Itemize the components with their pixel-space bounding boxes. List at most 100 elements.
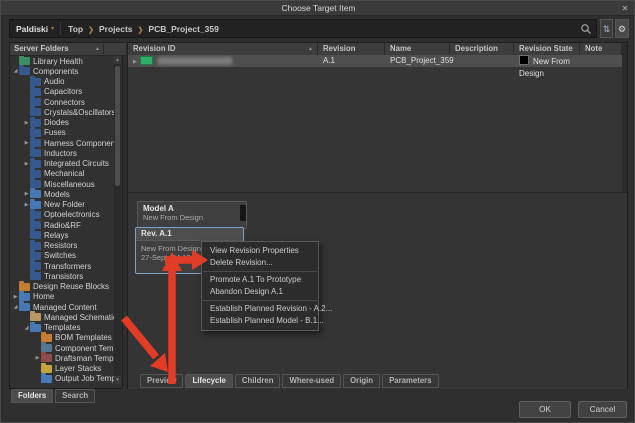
tree-item-label: Fuses — [44, 128, 66, 137]
tab-lifecycle[interactable]: Lifecycle — [185, 374, 232, 388]
divider — [60, 22, 61, 35]
tree-item-audio[interactable]: Audio — [10, 77, 115, 87]
ok-button[interactable]: OK — [519, 401, 571, 418]
tree-item-library-health[interactable]: Library Health — [10, 56, 115, 66]
chevron-right-icon[interactable]: ▶ — [23, 191, 30, 197]
bom-icon — [41, 334, 52, 342]
menu-item-delete-revision[interactable]: Delete Revision... — [202, 257, 318, 269]
folder-blue-icon — [30, 190, 41, 198]
column-header-revision[interactable]: Revision — [318, 43, 385, 55]
tree-item-radio-rf[interactable]: Radio&RF — [10, 220, 115, 230]
expand-row-icon[interactable]: ▶ — [133, 59, 137, 65]
tree-item-new-folder[interactable]: ▶New Folder — [10, 200, 115, 210]
chevron-down-icon[interactable]: ◢ — [23, 325, 30, 331]
chevron-down-icon[interactable]: ◢ — [12, 304, 19, 310]
tree-item-bom-templates[interactable]: BOM Templates — [10, 333, 115, 343]
column-label: Note — [585, 44, 602, 53]
scroll-down-icon[interactable]: ▼ — [114, 376, 121, 384]
tree-item-draftsman-templates[interactable]: ▶Draftsman Templates — [10, 353, 115, 363]
column-header-description[interactable]: Description — [450, 43, 514, 55]
tab-origin[interactable]: Origin — [343, 374, 380, 388]
breadcrumb-item[interactable]: Projects — [99, 24, 133, 34]
close-icon[interactable]: ✕ — [618, 2, 632, 15]
chevron-right-icon[interactable]: ▶ — [34, 355, 41, 361]
tree-item-design-reuse-blocks[interactable]: Design Reuse Blocks — [10, 282, 115, 292]
column-header-note[interactable]: Note — [580, 43, 622, 55]
breadcrumb-item[interactable]: PCB_Project_359 — [148, 24, 218, 34]
breadcrumb-item[interactable]: Top — [68, 24, 83, 34]
tree-item-component-templates[interactable]: Component Templates — [10, 343, 115, 353]
scrollbar-thumb[interactable] — [115, 66, 120, 186]
chevron-right-icon[interactable]: ▶ — [23, 140, 30, 146]
chevron-down-icon: ▾ — [51, 25, 60, 32]
tree-item-label: Harness Components — [44, 139, 115, 148]
tree-item-crystals-oscillators[interactable]: Crystals&Oscillators — [10, 107, 115, 117]
sync-icon[interactable]: ⇅ — [600, 19, 613, 38]
cancel-button[interactable]: Cancel — [578, 401, 627, 418]
tree-item-label: Layer Stacks — [55, 364, 101, 373]
tab-folders[interactable]: Folders — [11, 389, 53, 403]
tree-item-harness-components[interactable]: ▶ Harness Components — [10, 138, 115, 148]
tree-item-transformers[interactable]: Transformers — [10, 261, 115, 271]
tree-item-label: Miscellaneous — [44, 180, 95, 189]
column-header-revision-state[interactable]: Revision State — [514, 43, 580, 55]
tree-item-label: Output Job Templates — [55, 374, 115, 383]
tree-item-label: Managed Content — [33, 303, 97, 312]
tab-where-used[interactable]: Where-used — [282, 374, 341, 388]
tree-item-optoelectronics[interactable]: Optoelectronics — [10, 210, 115, 220]
tree-item-output-job-templates[interactable]: Output Job Templates — [10, 374, 115, 384]
tree-item-diodes[interactable]: ▶Diodes — [10, 118, 115, 128]
tree-item-integrated-circuits[interactable]: ▶Integrated Circuits — [10, 159, 115, 169]
table-row[interactable]: ▶A.1PCB_Project_359New From Design — [128, 55, 622, 67]
chevron-right-icon[interactable]: ▶ — [23, 161, 30, 167]
chevron-right-icon[interactable]: ▶ — [23, 202, 30, 208]
tab-preview[interactable]: Preview — [140, 374, 183, 388]
server-folders-header[interactable]: Server Folders ▲ — [10, 43, 126, 56]
tree-item-managed-schematic-she[interactable]: Managed Schematic She... — [10, 312, 115, 322]
tree-item-templates[interactable]: ◢Templates — [10, 323, 115, 333]
tree-item-managed-content[interactable]: ◢ Managed Content — [10, 302, 115, 312]
tree-item-capacitors[interactable]: Capacitors — [10, 87, 115, 97]
tree-item-miscellaneous[interactable]: Miscellaneous — [10, 179, 115, 189]
folder-blue-icon — [19, 303, 30, 311]
lifecycle-model-box[interactable]: Model A New From Design — [137, 201, 247, 229]
menu-item-view-revision-properties[interactable]: View Revision Properties — [202, 245, 318, 257]
tree-item-components[interactable]: ◢Components — [10, 66, 115, 76]
menu-item-abandon-design-a-1[interactable]: Abandon Design A.1 — [202, 286, 318, 298]
column-label: Revision ID — [133, 44, 175, 53]
column-header-revision-id[interactable]: Revision ID▲ — [128, 43, 318, 55]
tree-item-transistors[interactable]: Transistors — [10, 271, 115, 281]
chevron-right-icon[interactable]: ▶ — [12, 294, 19, 300]
tree-item-label: Component Templates — [55, 344, 115, 353]
search-icon[interactable] — [580, 23, 592, 35]
menu-item-establish-planned-model-b-1[interactable]: Establish Planned Model - B.1... — [202, 315, 318, 327]
scroll-up-icon[interactable]: ▲ — [114, 56, 121, 64]
tree-item-mechanical[interactable]: Mechanical — [10, 169, 115, 179]
tree-item-layer-stacks[interactable]: Layer Stacks — [10, 364, 115, 374]
gear-icon[interactable]: ⚙ — [615, 19, 629, 38]
breadcrumb-separator-icon: ❯ — [83, 27, 99, 34]
tab-search[interactable]: Search — [55, 389, 95, 403]
tree-item-fuses[interactable]: Fuses — [10, 128, 115, 138]
tree-item-label: Transistors — [44, 272, 83, 281]
tree-item-relays[interactable]: Relays — [10, 230, 115, 240]
tree-item-connectors[interactable]: Connectors — [10, 97, 115, 107]
tree-item-inductors[interactable]: Inductors — [10, 148, 115, 158]
column-label: Revision — [323, 44, 356, 53]
tree-scrollbar[interactable]: ▲ ▼ — [114, 56, 121, 384]
server-selector[interactable]: Paldiski — [10, 24, 51, 34]
tree-item-resistors[interactable]: Resistors — [10, 241, 115, 251]
model-subtitle: New From Design — [143, 213, 246, 222]
column-header-name[interactable]: Name — [385, 43, 450, 55]
cell-name: PCB_Project_359 — [385, 55, 449, 67]
menu-item-establish-planned-revision-a-2[interactable]: Establish Planned Revision - A.2... — [202, 303, 318, 315]
chevron-down-icon[interactable]: ◢ — [12, 68, 19, 74]
chevron-right-icon[interactable]: ▶ — [23, 120, 30, 126]
tree-item-home[interactable]: ▶Home — [10, 292, 115, 302]
menu-item-promote-a-1-to-prototype[interactable]: Promote A.1 To Prototype — [202, 274, 318, 286]
tab-children[interactable]: Children — [235, 374, 281, 388]
revision-context-menu: View Revision PropertiesDelete Revision.… — [201, 241, 319, 331]
tree-item-switches[interactable]: Switches — [10, 251, 115, 261]
tab-parameters[interactable]: Parameters — [382, 374, 438, 388]
tree-item-models[interactable]: ▶Models — [10, 189, 115, 199]
